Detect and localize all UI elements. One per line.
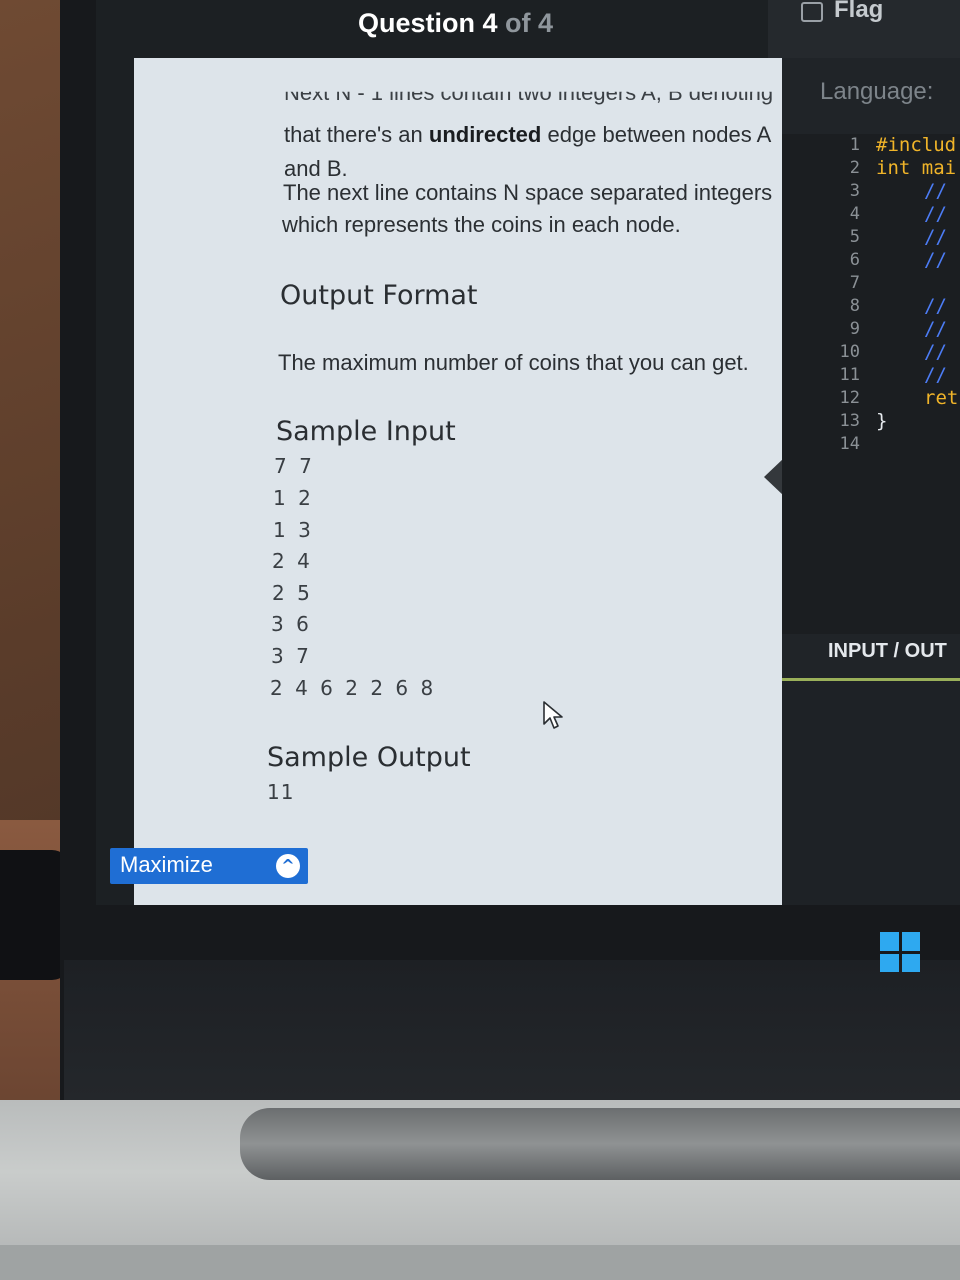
flag-checkbox[interactable] xyxy=(801,2,823,22)
code-line: // xyxy=(924,295,947,317)
sample-input-line: 2 4 6 2 2 6 8 xyxy=(270,676,437,700)
line-number: 5 xyxy=(849,227,860,247)
sample-output-value: 11 xyxy=(267,780,295,804)
sample-output-heading: Sample Output xyxy=(267,742,471,773)
problem-text-line: and B. xyxy=(284,156,348,181)
sample-input-line: 3 6 xyxy=(271,612,312,636)
laptop-base-edge xyxy=(0,1245,960,1280)
code-line: // xyxy=(924,249,947,271)
chevron-up-icon: ^ xyxy=(276,854,300,878)
mouse-cursor-icon xyxy=(543,701,563,729)
question-number: Question 4 xyxy=(358,8,498,38)
code-line: // xyxy=(924,364,947,386)
code-line: // xyxy=(924,203,947,225)
line-number: 1 xyxy=(849,135,860,155)
code-line: ret xyxy=(924,387,959,409)
output-format-text: The maximum number of coins that you can… xyxy=(278,350,749,375)
problem-text-line: that there's an undirected edge between … xyxy=(284,122,771,148)
problem-text-line: which represents the coins in each node. xyxy=(282,212,681,237)
language-label[interactable]: Language: xyxy=(820,78,933,106)
sample-input-line: 3 7 xyxy=(271,644,312,668)
problem-text: edge between nodes A xyxy=(547,122,772,147)
code-line: // xyxy=(924,226,947,248)
line-number: 4 xyxy=(849,204,860,224)
line-number: 2 xyxy=(849,158,860,178)
sample-input-heading: Sample Input xyxy=(276,416,456,447)
sample-input-line: 2 4 xyxy=(272,549,313,573)
problem-statement-panel: Next N - 1 lines contain two integers A,… xyxy=(134,58,792,905)
laptop-hinge xyxy=(240,1108,960,1180)
problem-text-line: Next N - 1 lines contain two integers A,… xyxy=(284,80,774,105)
line-number: 11 xyxy=(839,365,860,385)
question-header: Question 4 of 4 xyxy=(96,0,766,58)
sample-input-line: 1 3 xyxy=(273,518,314,542)
maximize-button[interactable]: Maximize ^ xyxy=(110,848,308,884)
line-number: 7 xyxy=(849,273,860,293)
windows-logo-icon xyxy=(880,932,920,972)
line-number: 8 xyxy=(849,296,860,316)
code-line: } xyxy=(876,410,888,432)
sample-input-line: 2 5 xyxy=(272,581,313,605)
line-number: 12 xyxy=(839,388,860,408)
collapse-panel-arrow-icon[interactable] xyxy=(764,458,784,496)
line-number: 6 xyxy=(849,250,860,270)
output-format-heading: Output Format xyxy=(280,280,478,311)
code-line: #includ xyxy=(876,134,957,156)
sample-input-line: 7 7 xyxy=(274,454,315,478)
line-number: 3 xyxy=(849,181,860,201)
laptop-screen: Question 4 of 4 Flag Next N - 1 lines co… xyxy=(96,0,960,905)
io-panel xyxy=(782,681,960,905)
code-line: // xyxy=(924,341,947,363)
code-editor-panel: Language: 1 2 3 4 5 6 7 8 9 10 11 12 13 14 #includ int… xyxy=(782,58,960,905)
code-line: // xyxy=(924,318,947,340)
question-total: of 4 xyxy=(505,8,554,38)
line-number: 14 xyxy=(839,434,860,454)
line-number: 9 xyxy=(849,319,860,339)
code-line: // xyxy=(924,180,947,202)
line-number-gutter: 1 2 3 4 5 6 7 8 9 10 11 12 13 14 xyxy=(808,134,860,456)
line-number: 13 xyxy=(839,411,860,431)
code-content[interactable]: #includ int mai////////////////ret} xyxy=(876,134,960,456)
sample-input-line: 1 2 xyxy=(273,486,314,510)
question-title: Question 4 of 4 xyxy=(358,8,553,39)
maximize-label: Maximize xyxy=(120,852,213,877)
laptop-bezel-lower xyxy=(64,960,960,1100)
problem-text: that there's an xyxy=(284,122,423,147)
flag-label: Flag xyxy=(834,0,884,23)
flag-control[interactable]: Flag xyxy=(768,0,960,58)
input-output-tab[interactable]: INPUT / OUT xyxy=(828,640,947,663)
undirected-emphasis: undirected xyxy=(428,122,542,147)
code-line: int mai xyxy=(876,157,957,179)
line-number: 10 xyxy=(839,342,860,362)
problem-text-line: The next line contains N space separated… xyxy=(283,180,773,205)
